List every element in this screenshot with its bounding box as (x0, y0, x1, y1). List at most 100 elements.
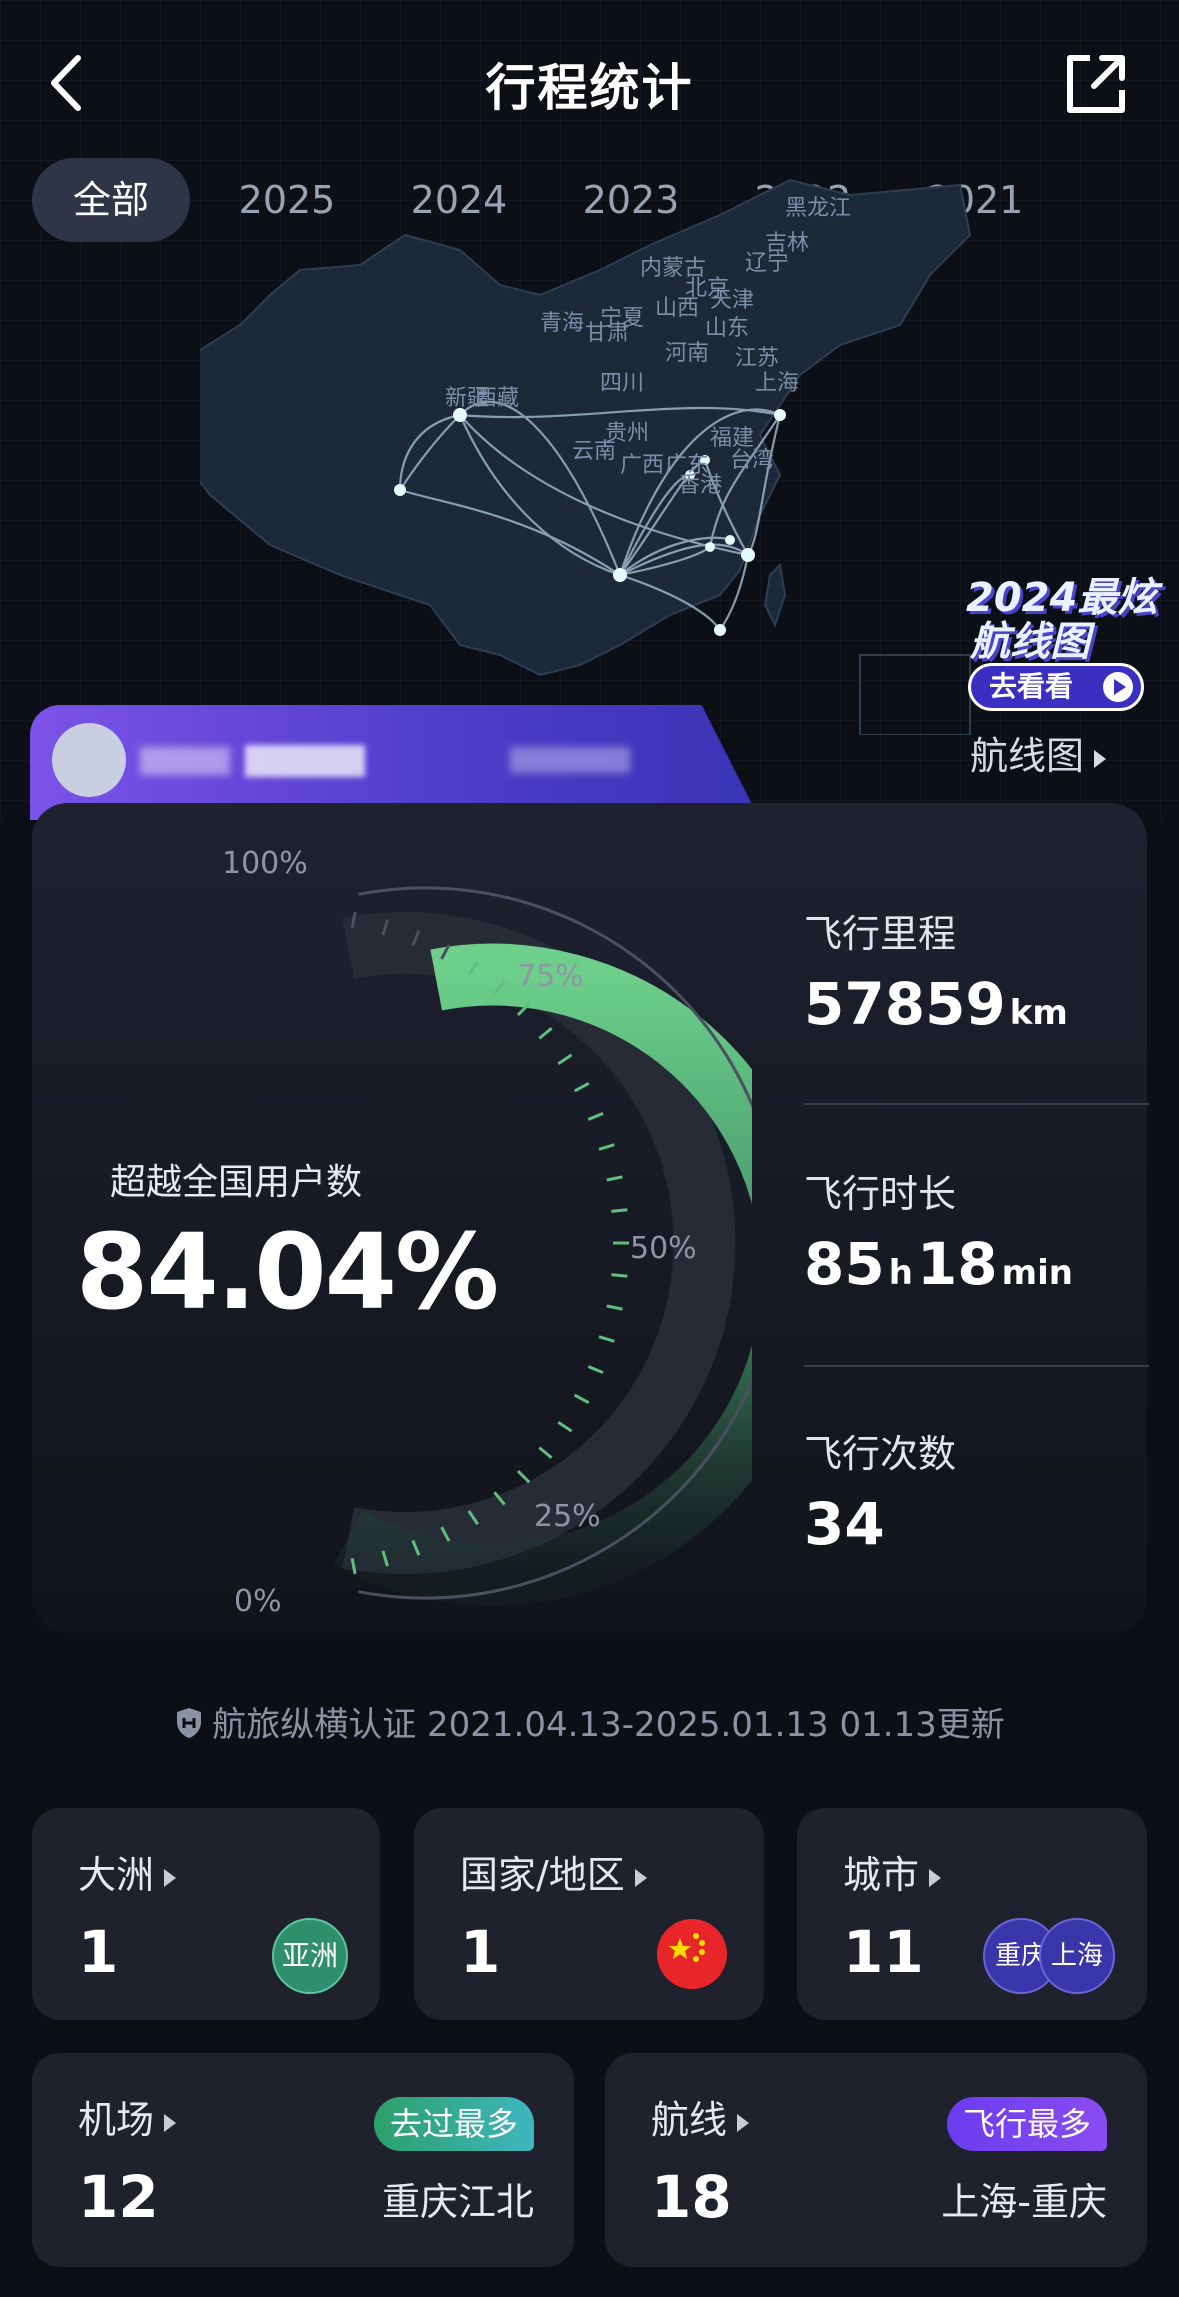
minutes-unit: min (1001, 1253, 1073, 1293)
south-china-sea-inset (859, 654, 971, 735)
gauge-tick (587, 1365, 604, 1375)
tile-country[interactable]: 国家/地区 1 (414, 1808, 764, 2020)
triangle-right-icon (164, 1868, 177, 1887)
triangle-right-icon (164, 2113, 177, 2132)
tile-continent[interactable]: 大洲 1 亚洲 (32, 1808, 380, 2020)
tick-label-50: 50% (630, 1231, 697, 1266)
gauge-tick (611, 1208, 628, 1213)
play-icon (1103, 672, 1133, 702)
promo-cta-button[interactable]: 去看看 (968, 663, 1144, 711)
tab-all[interactable]: 全部 (32, 158, 190, 242)
gauge-tick (606, 1304, 623, 1311)
promo-cta-label: 去看看 (989, 670, 1074, 703)
redacted-text (245, 745, 365, 777)
map-label: 青海 (540, 311, 584, 336)
divider (804, 1103, 1149, 1105)
shield-icon (177, 1708, 202, 1738)
gauge-tick (573, 1393, 590, 1405)
map-label: 云南 (572, 439, 616, 464)
page-title: 行程统计 (485, 59, 694, 117)
metric-distance: 飞行里程 57859 km (804, 903, 1124, 1038)
airport-count: 12 (78, 2163, 159, 2231)
duration-minutes: 18 (916, 1230, 998, 1298)
tick-label-75: 75% (517, 959, 584, 994)
map-label: 广西 (620, 453, 664, 478)
triangle-right-icon (634, 1868, 647, 1887)
gauge-tick (516, 1469, 531, 1484)
continent-count: 1 (78, 1918, 119, 1986)
gauge-tick (598, 1335, 615, 1343)
tick-label-25: 25% (534, 1499, 601, 1534)
share-button[interactable] (1060, 48, 1132, 120)
most-flown-tag: 飞行最多 (946, 2097, 1107, 2151)
continent-badge: 亚洲 (272, 1918, 348, 1994)
gauge-tick (611, 1273, 628, 1278)
metric-label: 飞行里程 (804, 912, 957, 956)
map-label: 黑龙江 (785, 196, 851, 221)
taiwan-shape (763, 562, 787, 628)
certification-text: 航旅纵横认证 2021.04.13-2025.01.13 01.13更新 (212, 1705, 1005, 1745)
redacted-text (510, 747, 630, 773)
flight-stats-card: 100% 75% 50% 25% 0% 超越全国用户数 84.04% 飞行里程 … (32, 803, 1149, 1633)
triangle-right-icon (929, 1868, 942, 1887)
city-count: 11 (843, 1918, 924, 1986)
gauge-tick (557, 1053, 573, 1066)
tick-label-0: 0% (234, 1584, 282, 1619)
gauge-tick (557, 1420, 573, 1433)
route-name: 上海-重庆 (941, 2180, 1107, 2224)
tile-city[interactable]: 城市 11 重庆 上海 (797, 1808, 1147, 2020)
certification-note: 航旅纵横认证 2021.04.13-2025.01.13 01.13更新 (0, 1697, 1179, 1746)
tile-route[interactable]: 航线 18 飞行最多 上海-重庆 (605, 2053, 1147, 2267)
promo-2024-route-map[interactable]: 2024最炫 航线图 去看看 (960, 565, 1157, 715)
tile-label: 城市 (843, 1853, 920, 1897)
share-icon (1067, 55, 1125, 113)
divider (804, 1365, 1149, 1367)
map-label: 辽宁 (745, 251, 789, 276)
metric-duration: 飞行时长 85 h18 min (804, 1163, 1124, 1298)
map-label: 甘肃 (585, 321, 629, 346)
metric-label: 飞行时长 (804, 1172, 957, 1216)
promo-line2: 航线图 (970, 619, 1090, 665)
header: 行程统计 (0, 0, 1179, 160)
flights-value: 34 (804, 1490, 885, 1558)
tile-label: 国家/地区 (460, 1853, 625, 1897)
china-flag-icon (657, 1919, 727, 1989)
map-label: 天津 (710, 288, 754, 313)
duration-hours: 85 (804, 1230, 885, 1298)
airport-name: 重庆江北 (381, 2180, 534, 2224)
city-badge: 上海 (1039, 1918, 1115, 1994)
triangle-right-icon (737, 2113, 750, 2132)
tile-airport[interactable]: 机场 12 去过最多 重庆江北 (32, 2053, 574, 2267)
map-label: 上海 (755, 371, 799, 396)
gauge-tick (598, 1143, 615, 1151)
redacted-text (140, 747, 230, 775)
china-map-shape (200, 178, 972, 677)
hours-unit: h (888, 1253, 913, 1293)
gauge-tick (538, 1027, 553, 1040)
exceed-value: 84.04% (76, 1211, 499, 1333)
metric-label: 飞行次数 (804, 1432, 957, 1476)
gauge-tick (587, 1111, 604, 1121)
route-map[interactable]: 黑龙江 吉林 内蒙古 辽宁 新疆 宁夏 山西 北京 天津 青海 甘肃 山东 河南… (200, 175, 980, 735)
map-label: 江苏 (735, 346, 779, 371)
map-label: 山东 (705, 316, 749, 341)
tile-label: 航线 (651, 2098, 728, 2142)
metric-flights: 飞行次数 34 (804, 1423, 1124, 1558)
map-label: 西藏 (475, 386, 519, 411)
tick-label-100: 100% (222, 846, 308, 881)
exceed-label: 超越全国用户数 (110, 1162, 363, 1203)
tile-label: 机场 (78, 2098, 155, 2142)
triangle-right-icon (1094, 749, 1107, 768)
gauge-tick (538, 1446, 553, 1459)
map-label: 台湾 (730, 448, 774, 473)
map-label: 四川 (600, 371, 644, 396)
route-map-link-label: 航线图 (970, 734, 1085, 778)
most-visited-tag: 去过最多 (373, 2097, 534, 2151)
route-count: 18 (651, 2163, 732, 2231)
gauge-tick (573, 1081, 590, 1093)
route-map-link[interactable]: 航线图 (970, 725, 1107, 780)
avatar (52, 723, 126, 797)
distance-unit: km (1009, 993, 1068, 1033)
gauge-tick (606, 1175, 623, 1182)
country-count: 1 (460, 1918, 501, 1986)
